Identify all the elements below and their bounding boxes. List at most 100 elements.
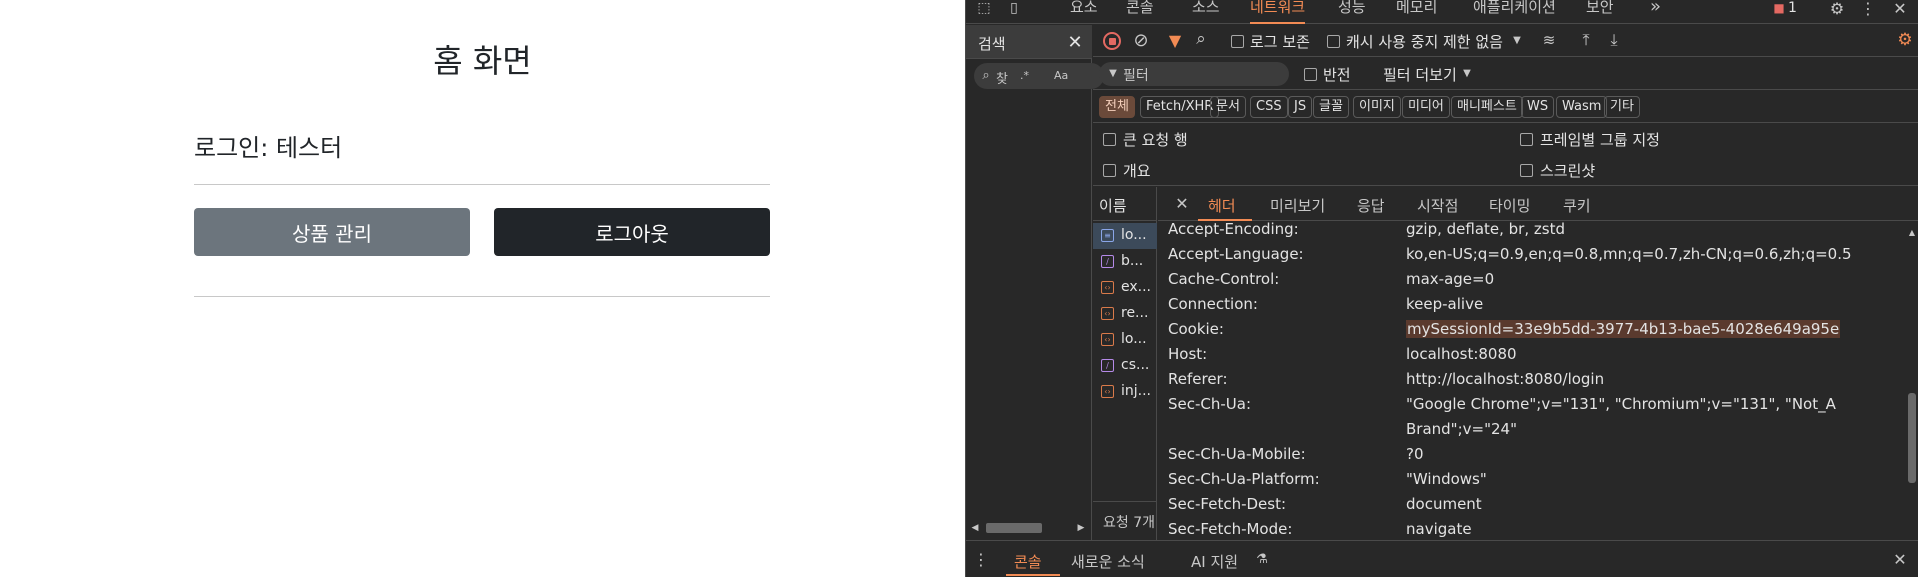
tab-network[interactable]: 네트워크 [1250,0,1306,24]
search-input[interactable]: 찾 [996,68,1008,87]
drawer-active-underline [1006,574,1060,576]
login-status: 로그인: 테스터 [194,134,343,162]
tab-security[interactable]: 보안 [1586,0,1614,24]
disable-cache-checkbox[interactable] [1327,35,1340,48]
invert-checkbox[interactable] [1304,68,1317,81]
close-detail-icon[interactable]: ✕ [1174,194,1190,213]
network-toolbar: ⊘ ▼ ⌕ 로그 보존 캐시 사용 중지 제한 없음 ▼ ≋ ⤒ ⤓ ⚙ [1093,25,1918,57]
logout-button[interactable]: 로그아웃 [494,208,770,256]
close-drawer-icon[interactable]: ✕ [1892,550,1908,569]
tab-performance[interactable]: 성능 [1338,0,1366,24]
chip-font[interactable]: 글꼴 [1313,96,1349,118]
large-rows-checkbox[interactable] [1103,133,1116,146]
chip-js[interactable]: JS [1288,96,1313,118]
scroll-up-icon[interactable]: ▲ [1907,227,1917,237]
filter-icon[interactable]: ▼ [1165,30,1185,50]
group-by-frame-checkbox[interactable] [1520,133,1533,146]
chip-doc[interactable]: 문서 [1210,96,1246,118]
tab-initiator[interactable]: 시작점 [1417,195,1458,216]
script-icon: ‹› [1101,333,1114,346]
screenshots-label: 스크린샷 [1540,162,1596,180]
export-har-icon[interactable]: ⤓ [1605,30,1623,50]
vertical-scrollbar-thumb[interactable] [1908,393,1916,483]
drawer-tab-console[interactable]: 콘솔 [1014,551,1042,572]
tab-sources[interactable]: 소스 [1192,0,1220,24]
chip-fetch-xhr[interactable]: Fetch/XHR [1140,96,1220,118]
search-icon: ⌕ [982,67,990,83]
request-row[interactable]: ∕ b... [1093,249,1157,275]
search-tab[interactable]: 검색 [978,33,1006,54]
screenshots-checkbox[interactable] [1520,164,1533,177]
tab-response[interactable]: 응답 [1357,195,1385,216]
search-box[interactable]: ⌕ 찾 .* Aa [974,63,1104,89]
tab-memory[interactable]: 메모리 [1396,0,1437,24]
request-row[interactable]: ‹› ex... [1093,275,1157,301]
scroll-right-icon[interactable]: ▶ [1076,521,1086,535]
record-icon[interactable] [1103,32,1121,50]
network-conditions-icon[interactable]: ≋ [1539,30,1559,50]
request-row[interactable]: ‹› lo... [1093,327,1157,353]
chevron-down-icon[interactable]: ▼ [1511,33,1523,47]
tab-timing[interactable]: 타이밍 [1489,195,1530,216]
header-value: keep-alive [1406,295,1484,313]
header-value: gzip, deflate, br, zstd [1406,220,1565,238]
scroll-left-icon[interactable]: ◀ [970,521,980,535]
product-manage-button[interactable]: 상품 관리 [194,208,470,256]
scrollbar-thumb[interactable] [986,523,1042,533]
chip-other[interactable]: 기타 [1604,96,1640,118]
clear-icon[interactable]: ⊘ [1131,30,1151,51]
preserve-log-checkbox[interactable] [1231,35,1244,48]
script-icon: ‹› [1101,307,1114,320]
name-column-header[interactable]: 이름 [1099,195,1127,216]
header-value: ?0 [1406,445,1424,463]
device-toolbar-icon[interactable]: ▯ [1004,0,1024,16]
tab-headers[interactable]: 헤더 [1208,195,1236,216]
more-options-icon[interactable]: ⋮ [1860,0,1876,18]
flask-icon: ⚗ [1256,551,1268,567]
close-devtools-icon[interactable]: ✕ [1892,0,1908,18]
tab-elements[interactable]: 요소 [1070,0,1098,24]
console-drawer: ⋮ 콘솔 새로운 소식 AI 지원 ⚗ ✕ [966,540,1918,577]
filter-input-box[interactable]: ▼ 필터 [1099,62,1289,86]
regex-toggle[interactable]: .* [1020,69,1029,82]
network-settings-icon[interactable]: ⚙ [1895,30,1915,50]
chip-media[interactable]: 미디어 [1402,96,1450,118]
search-pane: 검색 ✕ ⌕ 찾 .* Aa [966,25,1104,540]
tab-console[interactable]: 콘솔 [1126,0,1154,24]
match-case-toggle[interactable]: Aa [1054,69,1068,82]
chip-img[interactable]: 이미지 [1353,96,1401,118]
tab-cookies[interactable]: 쿠키 [1563,195,1591,216]
type-filter-row: 전체 Fetch/XHR 문서 CSS JS 글꼴 이미지 미디어 매니페스트 … [1093,91,1918,123]
close-search-icon[interactable]: ✕ [1064,31,1086,53]
request-row[interactable]: ≡ lo... [1093,223,1157,249]
issues-icon[interactable]: ■ [1772,0,1786,16]
more-filters-button[interactable]: 필터 더보기 [1383,64,1457,85]
request-row[interactable]: ‹› re... [1093,301,1157,327]
chip-manifest[interactable]: 매니페스트 [1451,96,1523,118]
more-tabs-button[interactable]: » [1650,0,1661,24]
throttling-select[interactable]: 제한 없음 [1443,31,1503,52]
chip-css[interactable]: CSS [1250,96,1288,118]
more-filters-chevron-icon[interactable]: ▼ [1461,67,1473,79]
request-count: 요청 7개 [1103,515,1155,531]
inspect-element-icon[interactable]: ⬚ [974,0,994,16]
horizontal-scrollbar[interactable]: ◀ ▶ [966,519,1092,537]
vertical-scrollbar[interactable]: ▲ [1907,227,1917,535]
chip-all[interactable]: 전체 [1099,96,1135,118]
script-icon: ‹› [1101,385,1114,398]
settings-gear-icon[interactable]: ⚙ [1828,0,1846,18]
import-har-icon[interactable]: ⤒ [1577,30,1595,50]
drawer-menu-icon[interactable]: ⋮ [973,550,989,569]
divider-bottom [194,296,770,297]
search-network-icon[interactable]: ⌕ [1191,29,1211,49]
request-row[interactable]: ‹› inj... [1093,379,1157,405]
overview-checkbox[interactable] [1103,164,1116,177]
filter-input[interactable]: 필터 [1123,65,1149,85]
drawer-tab-whats-new[interactable]: 새로운 소식 [1071,551,1145,572]
drawer-tab-ai-assistance[interactable]: AI 지원 [1191,551,1238,572]
tab-application[interactable]: 애플리케이션 [1473,0,1556,24]
request-row[interactable]: ∕ cs... [1093,353,1157,379]
chip-wasm[interactable]: Wasm [1556,96,1608,118]
tab-preview[interactable]: 미리보기 [1270,195,1325,216]
chip-ws[interactable]: WS [1521,96,1555,118]
